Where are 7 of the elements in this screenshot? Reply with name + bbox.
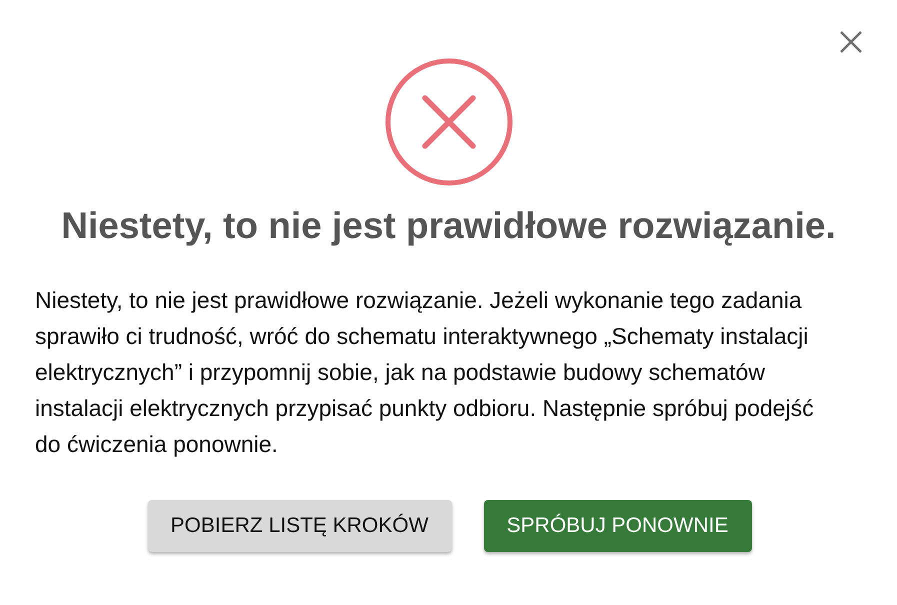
dialog-title: Niestety, to nie jest prawidłowe rozwiązanie. bbox=[61, 204, 836, 248]
close-button[interactable] bbox=[838, 29, 864, 55]
download-button[interactable]: POBIERZ LISTĘ KROKÓW bbox=[148, 500, 452, 552]
close-icon bbox=[840, 31, 862, 53]
retry-button[interactable]: SPRÓBUJ PONOWNIE bbox=[484, 500, 752, 552]
error-circle-x-icon bbox=[384, 58, 512, 186]
dialog-message: Niestety, to nie jest prawidłowe rozwiązanie. Jeżeli wykonanie tego zadania sprawiło ci trudność, wróć do schematu interaktywnego „Schematy instalacji elektrycznych” i przypomnij sobie, jak na podstawie budowy schematów instalacji elektrycznych przypisać punkty odbioru. Następnie spróbuj podejść do ćwiczenia ponownie. bbox=[35, 286, 815, 459]
